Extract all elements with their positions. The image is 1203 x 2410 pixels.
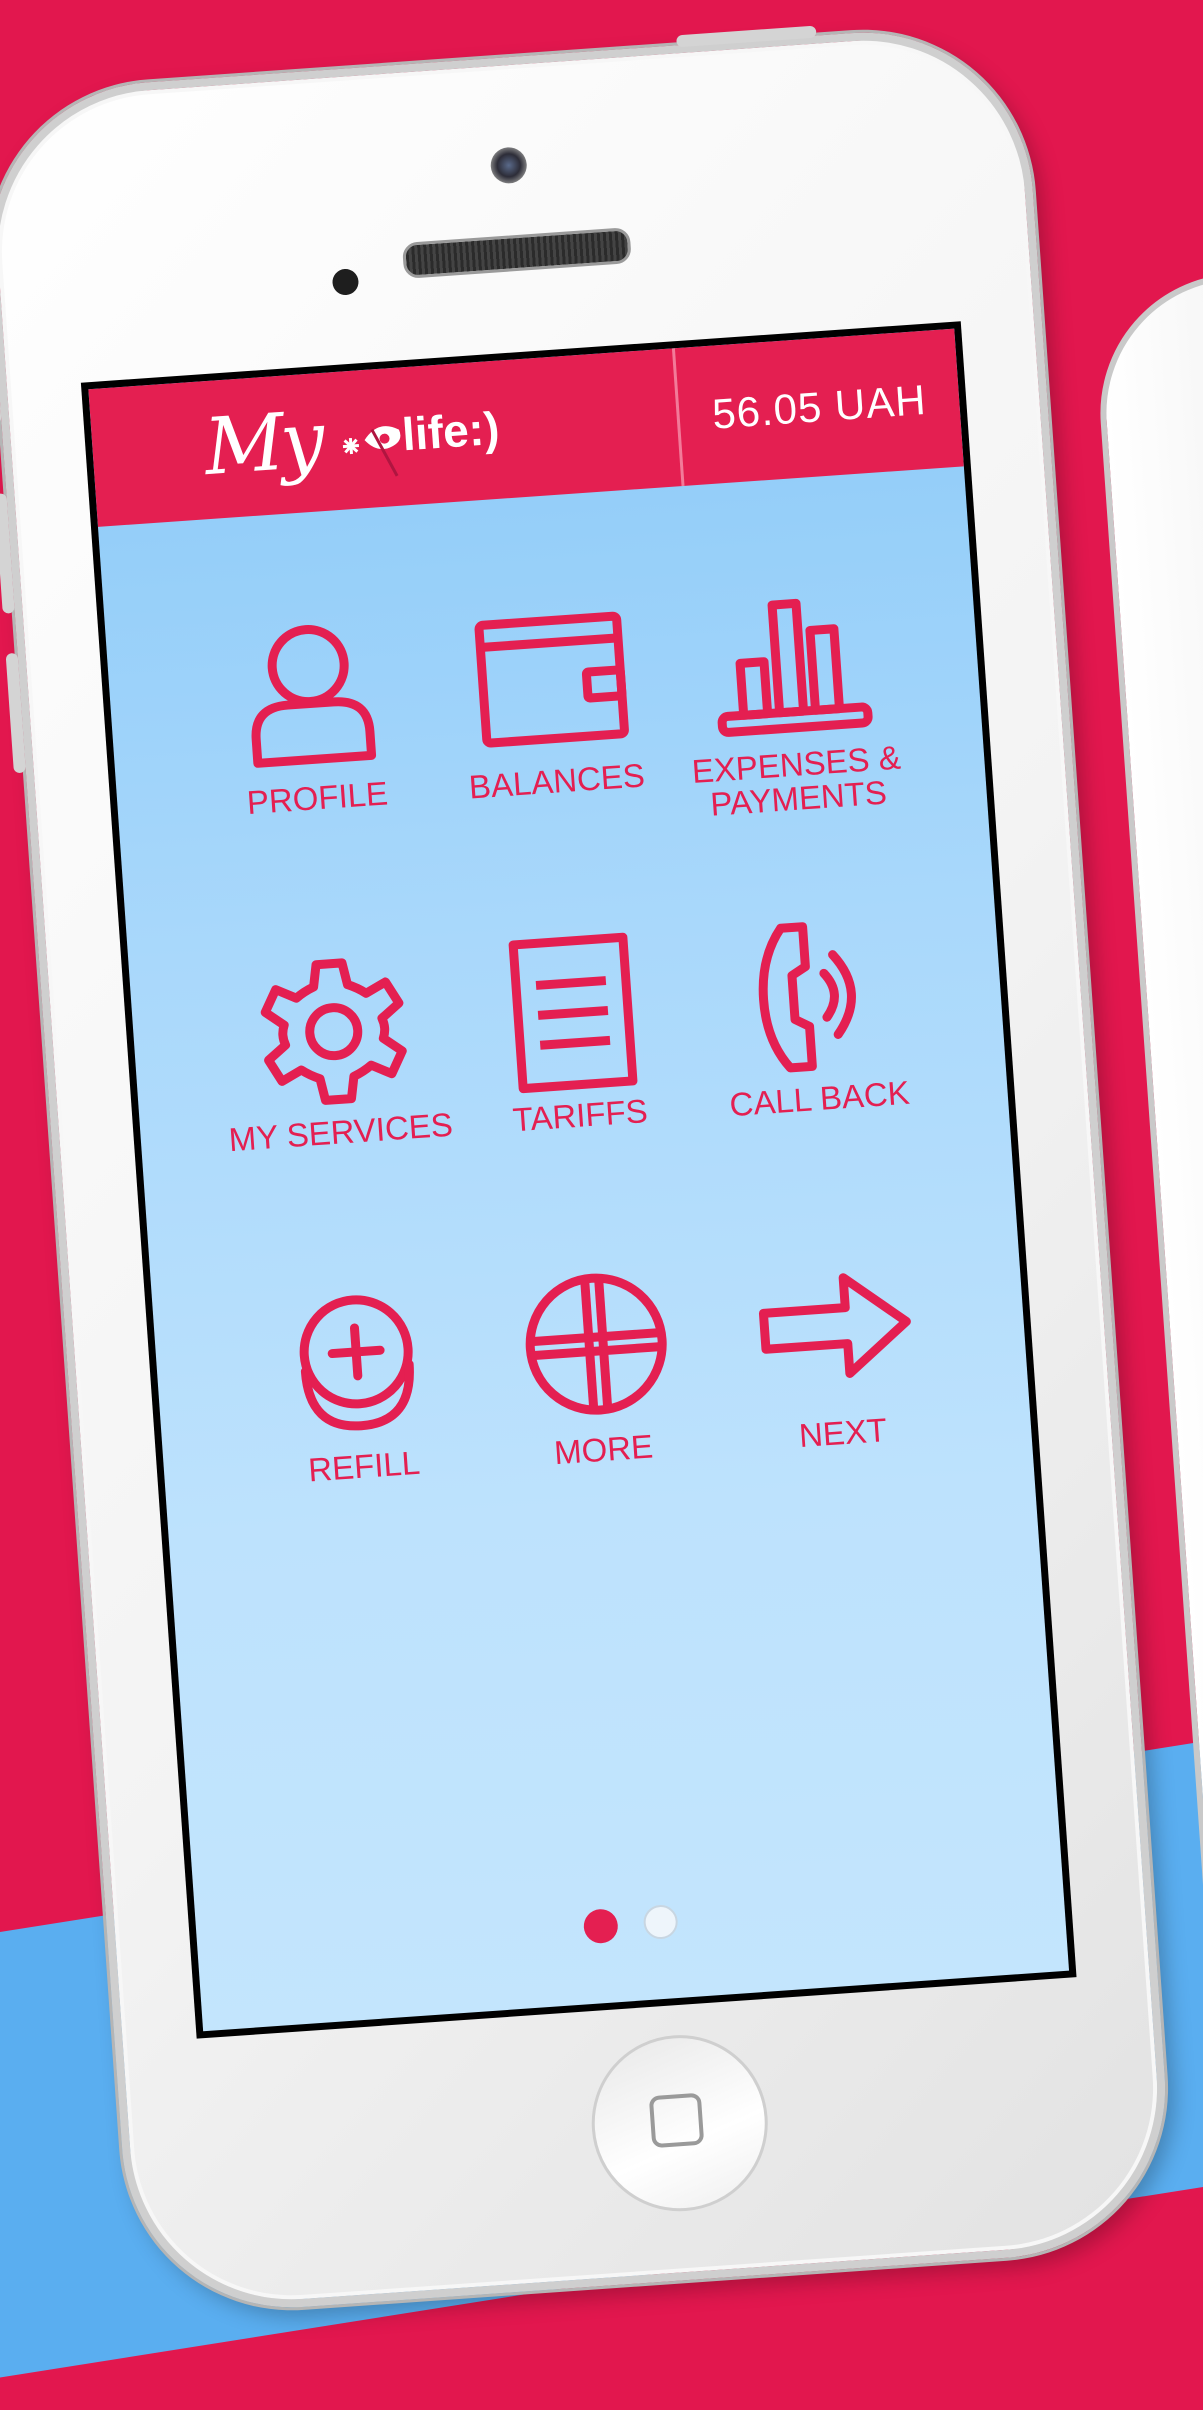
logo-brand-text: life:) xyxy=(400,401,501,461)
call-back-label: CALL BACK xyxy=(728,1073,911,1124)
phone-device: My life:) 56.05 UAH PROFILE BALANCES EXP… xyxy=(0,21,1177,2319)
balance-display[interactable]: 56.05 UAH xyxy=(671,328,964,487)
app-logo: My life:) xyxy=(88,348,681,526)
page-dot-1[interactable] xyxy=(582,1908,619,1945)
menu-item-expenses[interactable]: EXPENSES & PAYMENTS xyxy=(658,565,925,832)
phone-screen: My life:) 56.05 UAH PROFILE BALANCES EXP… xyxy=(80,321,1077,2039)
menu-item-next[interactable]: NEXT xyxy=(705,1234,972,1501)
more-label: MORE xyxy=(552,1427,655,1472)
arrow-right-icon xyxy=(758,1273,911,1378)
logo-my-text: My xyxy=(201,395,324,494)
menu-item-balances[interactable]: BALANCES xyxy=(419,582,686,849)
menu-item-my-services[interactable]: MY SERVICES xyxy=(203,933,470,1200)
page-dot-2[interactable] xyxy=(642,1903,679,1941)
page-indicator[interactable] xyxy=(197,1877,1065,1971)
bar-chart-icon xyxy=(717,598,873,737)
quadrant-circle-icon xyxy=(525,1273,667,1415)
profile-label: PROFILE xyxy=(245,774,390,822)
next-label: NEXT xyxy=(797,1411,889,1455)
profile-icon xyxy=(251,625,377,768)
coin-plus-icon xyxy=(299,1295,414,1431)
expenses-label: EXPENSES & PAYMENTS xyxy=(690,738,902,823)
wallet-icon xyxy=(474,611,629,748)
menu-item-refill[interactable]: REFILL xyxy=(226,1267,493,1534)
menu-item-profile[interactable]: PROFILE xyxy=(179,599,446,866)
home-square-icon xyxy=(648,2092,705,2149)
gear-icon xyxy=(260,958,407,1105)
phone-call-icon xyxy=(758,922,856,1073)
menu-item-tariffs[interactable]: TARIFFS xyxy=(442,916,709,1183)
app-screen: My life:) 56.05 UAH PROFILE BALANCES EXP… xyxy=(88,328,1070,2032)
menu-item-more[interactable]: MORE xyxy=(466,1251,733,1518)
document-list-icon xyxy=(508,932,638,1094)
tariffs-label: TARIFFS xyxy=(511,1092,649,1139)
balances-label: BALANCES xyxy=(467,756,646,806)
refill-label: REFILL xyxy=(307,1443,422,1489)
menu-item-call-back[interactable]: CALL BACK xyxy=(682,900,949,1167)
